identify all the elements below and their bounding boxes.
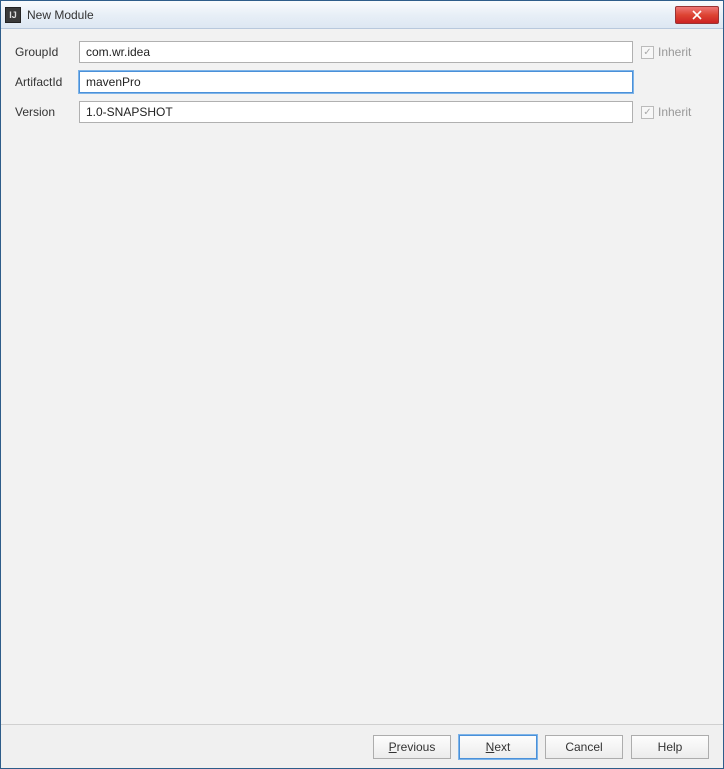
version-inherit: ✓ Inherit (641, 105, 709, 119)
group-id-inherit-label: Inherit (658, 45, 691, 59)
version-label: Version (15, 105, 71, 119)
artifact-id-label: ArtifactId (15, 75, 71, 89)
version-input[interactable] (79, 101, 633, 123)
window-title: New Module (27, 8, 675, 22)
version-row: Version ✓ Inherit (15, 101, 709, 123)
close-icon (692, 10, 702, 20)
version-inherit-label: Inherit (658, 105, 691, 119)
new-module-dialog: IJ New Module GroupId ✓ Inherit Artifact… (0, 0, 724, 769)
version-inherit-checkbox: ✓ (641, 106, 654, 119)
group-id-row: GroupId ✓ Inherit (15, 41, 709, 63)
group-id-inherit-checkbox: ✓ (641, 46, 654, 59)
group-id-label: GroupId (15, 45, 71, 59)
group-id-inherit: ✓ Inherit (641, 45, 709, 59)
artifact-id-input[interactable] (79, 71, 633, 93)
close-button[interactable] (675, 6, 719, 24)
group-id-input[interactable] (79, 41, 633, 63)
content-spacer (15, 131, 709, 712)
titlebar: IJ New Module (1, 1, 723, 29)
form-content: GroupId ✓ Inherit ArtifactId Version ✓ I… (1, 29, 723, 724)
next-button[interactable]: Next (459, 735, 537, 759)
app-icon: IJ (5, 7, 21, 23)
button-bar: Previous Next Cancel Help (1, 724, 723, 768)
artifact-id-row: ArtifactId (15, 71, 709, 93)
help-button[interactable]: Help (631, 735, 709, 759)
previous-button[interactable]: Previous (373, 735, 451, 759)
cancel-button[interactable]: Cancel (545, 735, 623, 759)
